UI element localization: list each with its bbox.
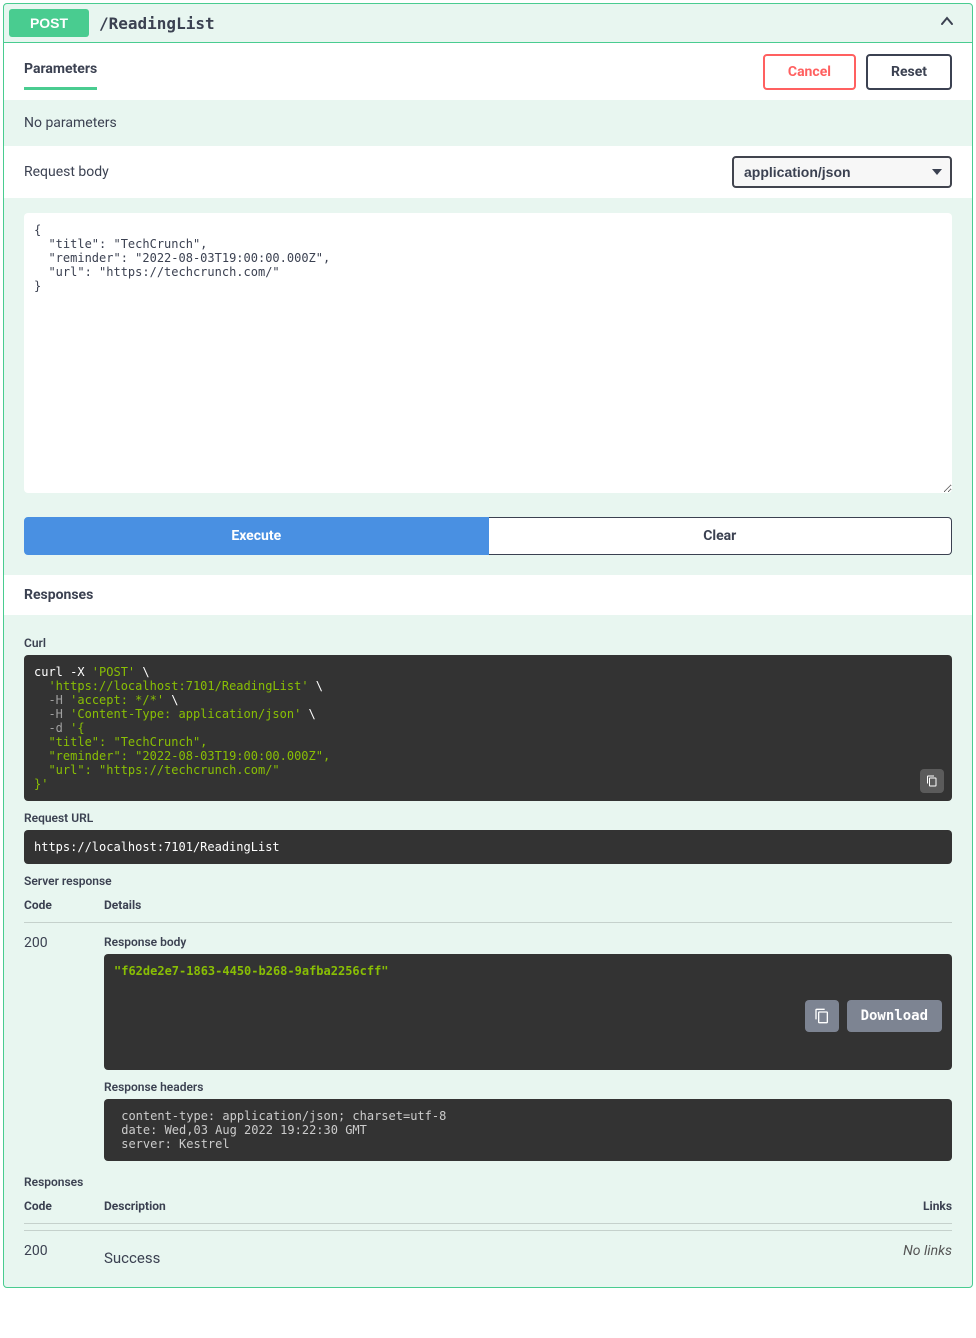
responses-row-description: Success (104, 1243, 872, 1267)
curl-label: Curl (24, 636, 952, 650)
content-type-select[interactable]: application/json (732, 156, 952, 188)
responses-table-label: Responses (24, 1175, 952, 1189)
request-body-label: Request body (24, 164, 732, 180)
response-code: 200 (24, 935, 104, 1171)
response-headers-block: content-type: application/json; charset=… (104, 1099, 952, 1161)
clear-button[interactable]: Clear (489, 517, 953, 555)
method-badge: POST (9, 9, 89, 37)
col-head-details: Details (104, 898, 952, 912)
responses-row-links: No links (872, 1243, 952, 1267)
response-body-label: Response body (104, 935, 952, 949)
chevron-up-icon (937, 11, 957, 35)
copy-response-button[interactable] (805, 1000, 839, 1032)
no-parameters-text: No parameters (24, 115, 952, 131)
operation-path: /ReadingList (89, 14, 937, 33)
request-body-editor[interactable] (24, 213, 952, 493)
server-response-label: Server response (24, 874, 952, 888)
copy-curl-button[interactable] (920, 769, 944, 793)
cancel-button[interactable]: Cancel (763, 54, 856, 90)
curl-block: curl -X 'POST' \ 'https://localhost:7101… (24, 655, 952, 801)
response-headers-label: Response headers (104, 1080, 952, 1094)
request-url-label: Request URL (24, 811, 952, 825)
reset-button[interactable]: Reset (866, 54, 952, 90)
responses-header: Responses (4, 575, 972, 615)
col-head-code: Code (24, 898, 104, 912)
col-head-description: Description (104, 1199, 872, 1213)
execute-button[interactable]: Execute (24, 517, 489, 555)
operation-summary[interactable]: POST /ReadingList (4, 4, 972, 43)
responses-row-code: 200 (24, 1243, 104, 1267)
col-head-code-2: Code (24, 1199, 104, 1213)
response-body-block: "f62de2e7-1863-4450-b268-9afba2256cff" D… (104, 954, 952, 1070)
download-button[interactable]: Download (847, 1000, 942, 1032)
parameters-tab[interactable]: Parameters (24, 53, 97, 90)
request-url-block: https://localhost:7101/ReadingList (24, 830, 952, 864)
col-head-links: Links (872, 1199, 952, 1213)
